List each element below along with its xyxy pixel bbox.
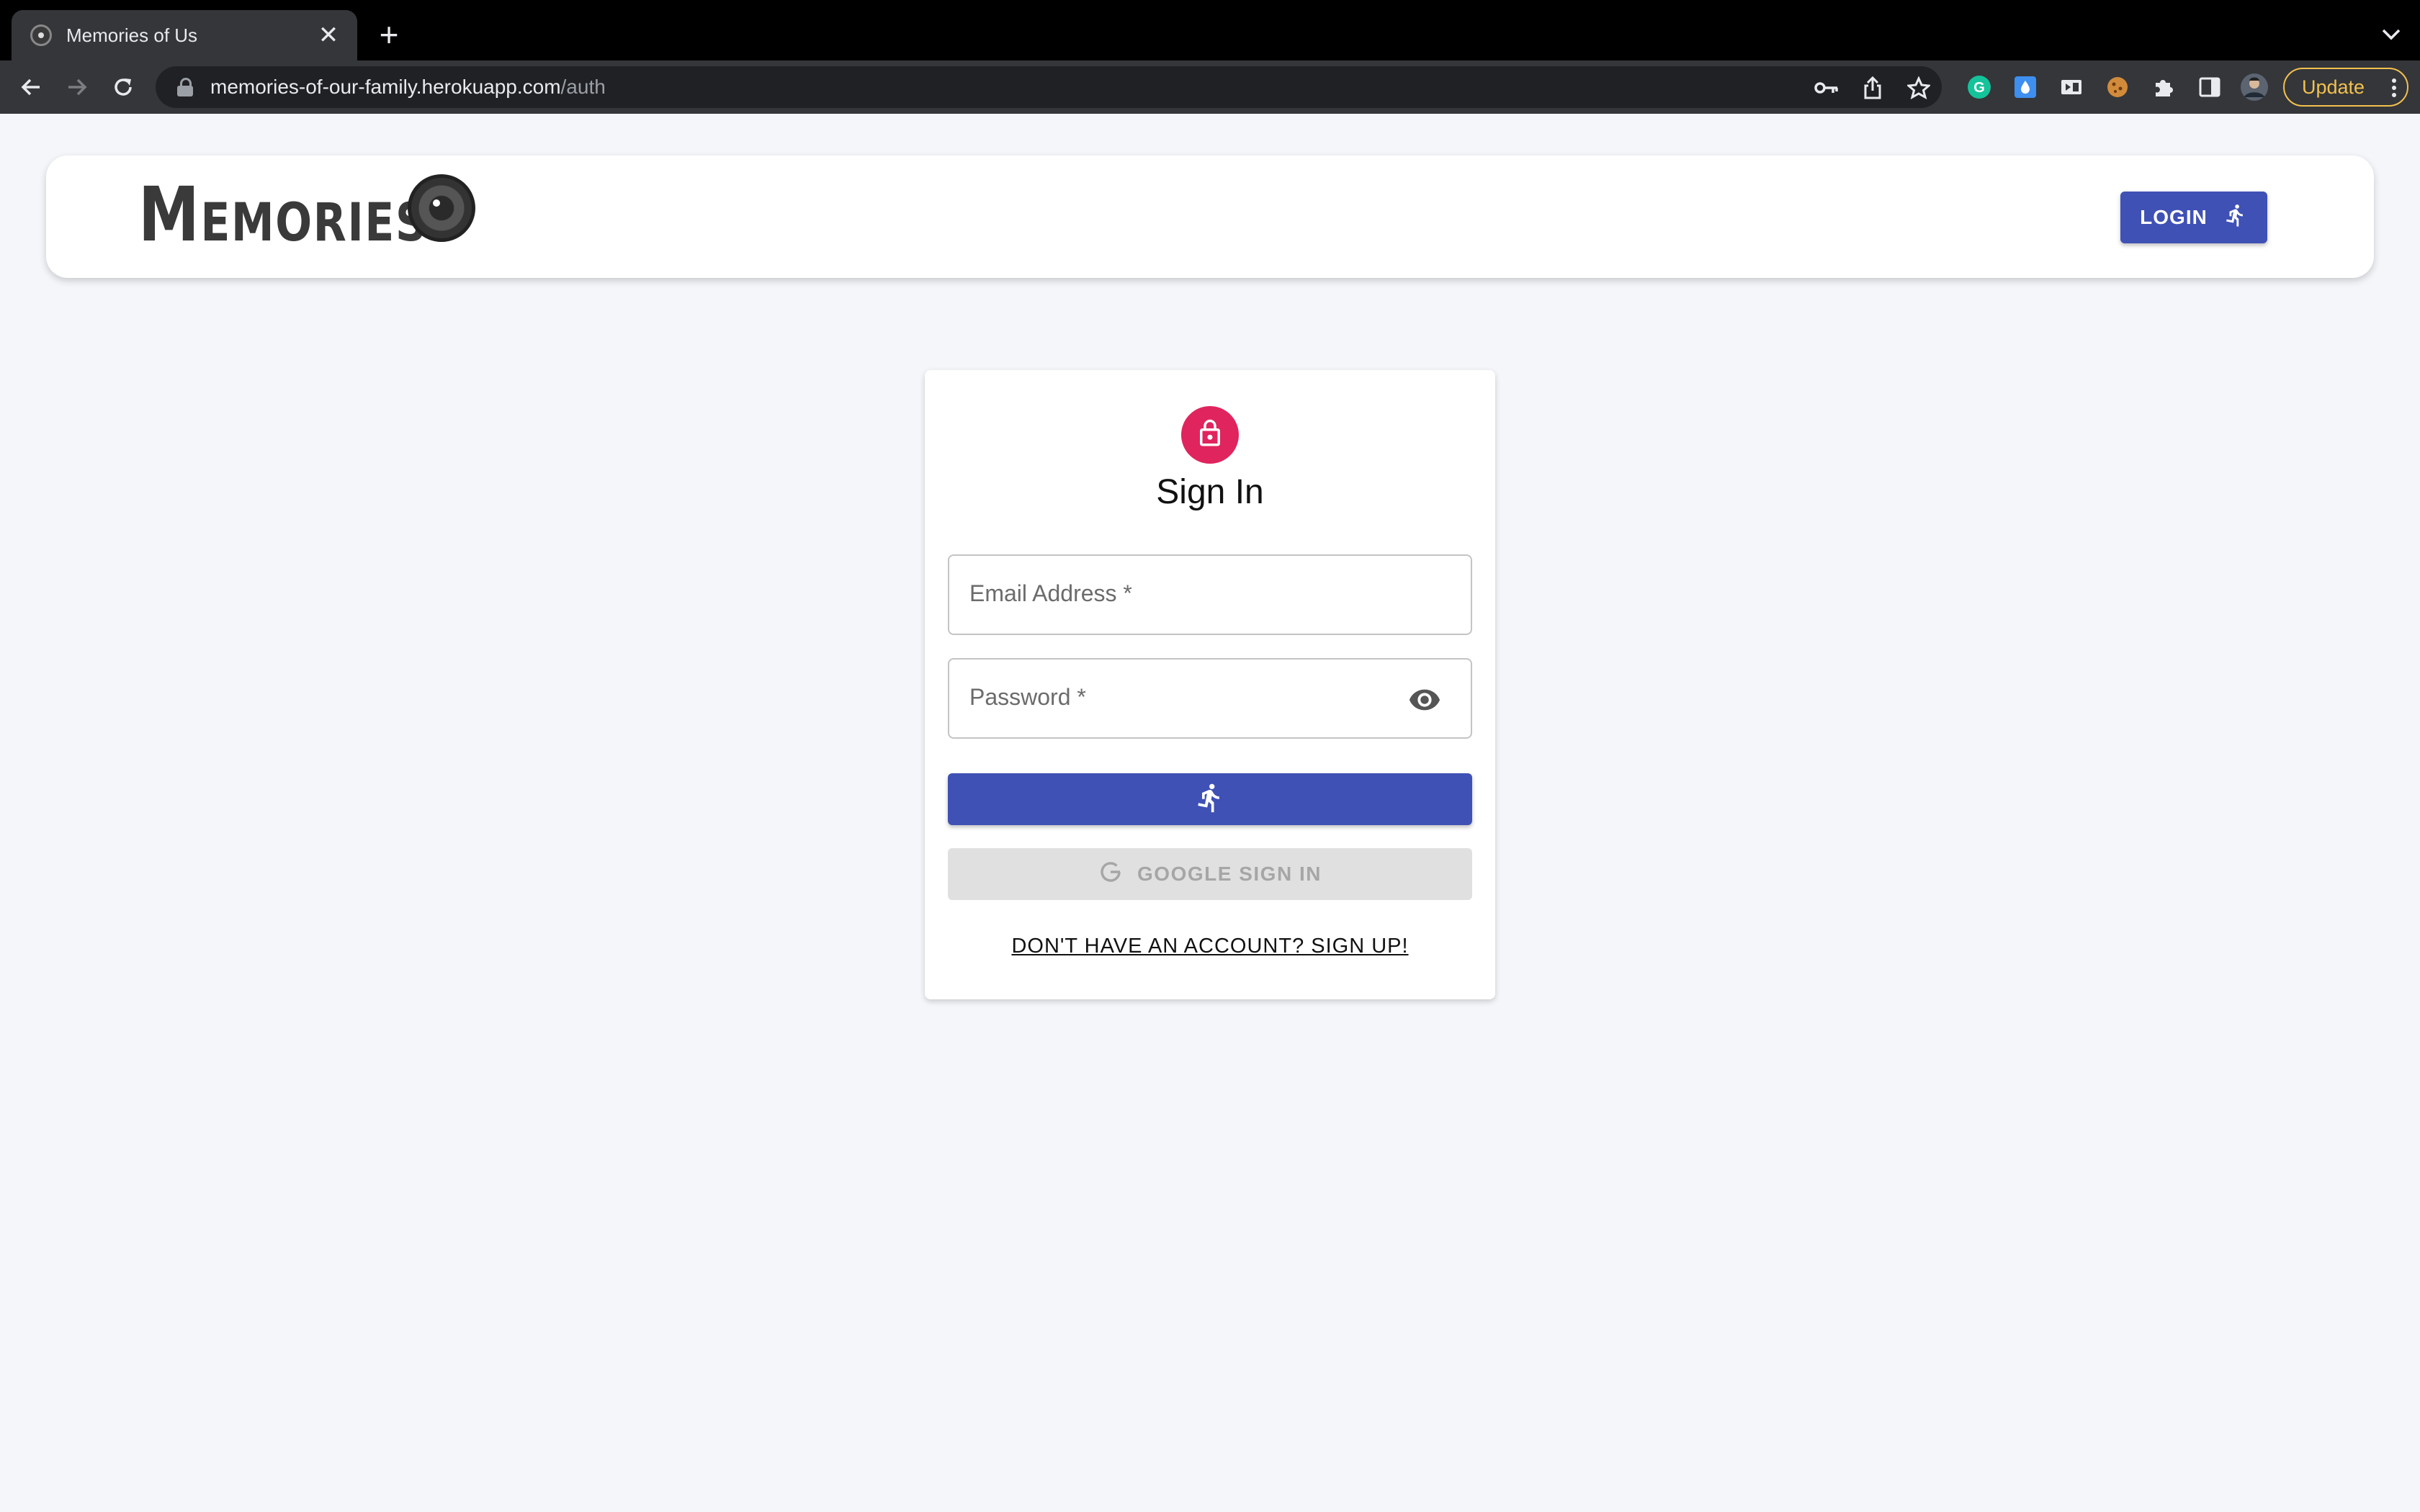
back-arrow-icon[interactable] [14, 71, 48, 104]
visibility-icon[interactable] [1407, 683, 1442, 717]
memories-favicon-icon [30, 24, 52, 46]
grammarly-extension-icon[interactable]: G [1964, 72, 1994, 102]
url-path: /auth [560, 76, 606, 98]
signup-link[interactable]: DON'T HAVE AN ACCOUNT? SIGN UP! [925, 935, 1495, 958]
drop-extension-icon[interactable] [2010, 72, 2040, 102]
lock-icon [1195, 418, 1225, 452]
profile-avatar[interactable] [2239, 72, 2269, 102]
cookie-extension-icon[interactable] [2102, 72, 2133, 102]
side-panel-icon[interactable] [2195, 72, 2225, 102]
share-icon[interactable] [1858, 73, 1887, 102]
more-vert-icon [2391, 78, 2397, 103]
login-button[interactable]: LOGIN [2120, 192, 2267, 243]
password-field[interactable]: Password * [948, 658, 1472, 739]
lock-avatar [1181, 406, 1239, 464]
password-label: Password * [969, 684, 1086, 710]
signin-submit-button[interactable] [948, 773, 1472, 825]
password-key-icon[interactable] [1812, 73, 1841, 102]
url-host: memories-of-our-family.herokuapp.com [210, 76, 561, 98]
tab-close-icon[interactable]: ✕ [314, 21, 343, 50]
email-field[interactable]: Email Address * [948, 554, 1472, 635]
new-tab-button[interactable]: + [372, 16, 406, 53]
login-label: LOGIN [2140, 206, 2208, 228]
directions-run-icon [2223, 202, 2248, 233]
browser-tab-strip: Memories of Us ✕ + [0, 0, 2420, 60]
reload-icon[interactable] [107, 71, 140, 104]
svg-text:G: G [1973, 80, 1985, 96]
extensions-puzzle-icon[interactable] [2148, 72, 2179, 102]
signin-title: Sign In [1156, 473, 1264, 511]
google-g-icon [1098, 860, 1123, 889]
email-label: Email Address * [969, 580, 1132, 606]
google-signin-label: GOOGLE SIGN IN [1137, 863, 1322, 885]
signin-card: Sign In Email Address * Password * GOOGL… [925, 370, 1495, 999]
bookmark-star-icon[interactable] [1904, 73, 1933, 102]
google-signin-button[interactable]: GOOGLE SIGN IN [948, 848, 1472, 900]
video-extension-icon[interactable] [2056, 72, 2087, 102]
update-button[interactable]: Update [2283, 68, 2408, 107]
brand-title: Memories [138, 171, 428, 258]
directions-run-icon [1194, 781, 1226, 818]
secure-lock-icon [177, 78, 193, 96]
update-label: Update [2302, 76, 2365, 98]
camera-lens-logo-icon [408, 174, 475, 242]
forward-arrow-icon[interactable] [60, 71, 94, 104]
tab-title: Memories of Us [66, 24, 198, 46]
app-header: Memories LOGIN [46, 156, 2374, 278]
browser-toolbar: memories-of-our-family.herokuapp.com/aut… [0, 60, 2420, 114]
browser-tab[interactable]: Memories of Us ✕ [12, 10, 357, 60]
tab-search-chevron-icon[interactable] [2374, 17, 2408, 52]
address-bar[interactable]: memories-of-our-family.herokuapp.com/aut… [156, 66, 1942, 108]
